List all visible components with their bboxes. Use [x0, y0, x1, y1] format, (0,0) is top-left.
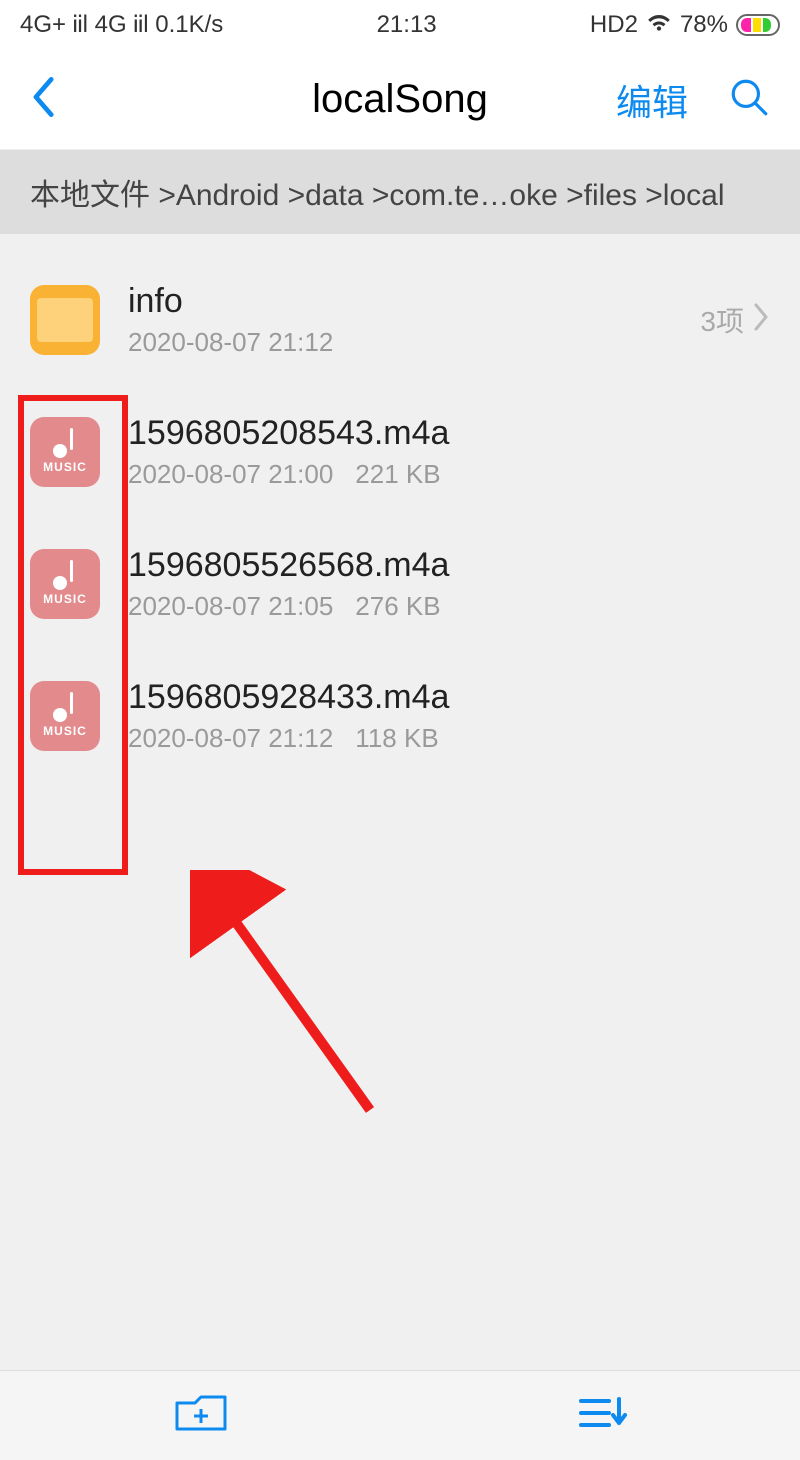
- hd-indicator: HD2: [590, 11, 638, 39]
- item-title: 1596805928433.m4a: [128, 678, 770, 717]
- back-button[interactable]: [30, 77, 70, 122]
- wifi-icon: [646, 11, 672, 40]
- item-size: 276 KB: [355, 591, 440, 622]
- item-date: 2020-08-07 21:12: [128, 327, 333, 358]
- nav-bar: localSong 编辑: [0, 50, 800, 150]
- item-date: 2020-08-07 21:00: [128, 459, 333, 490]
- item-size: 221 KB: [355, 459, 440, 490]
- item-title: 1596805526568.m4a: [128, 546, 770, 585]
- bottom-bar: [0, 1370, 800, 1460]
- annotation-arrow: [190, 870, 390, 1130]
- status-left: 4G+ ᎥᎥl 4G ᎥᎥl 0.1K/s: [20, 11, 223, 39]
- search-icon[interactable]: [728, 76, 770, 123]
- item-date: 2020-08-07 21:12: [128, 723, 333, 754]
- list-item[interactable]: info 2020-08-07 21:12 3项: [0, 254, 800, 386]
- edit-button[interactable]: 编辑: [616, 74, 688, 126]
- folder-icon: [30, 285, 100, 355]
- battery-icon: [736, 14, 780, 36]
- battery-percent: 78%: [680, 11, 728, 39]
- item-count: 3项: [700, 300, 744, 340]
- list-item[interactable]: MUSIC 1596805208543.m4a 2020-08-07 21:00…: [0, 386, 800, 518]
- status-time: 21:13: [377, 11, 437, 39]
- new-folder-button[interactable]: [173, 1391, 229, 1440]
- sort-button[interactable]: [575, 1391, 627, 1440]
- item-size: 118 KB: [355, 723, 438, 754]
- status-bar: 4G+ ᎥᎥl 4G ᎥᎥl 0.1K/s 21:13 HD2 78%: [0, 0, 800, 50]
- list-item[interactable]: MUSIC 1596805928433.m4a 2020-08-07 21:12…: [0, 650, 800, 782]
- item-date: 2020-08-07 21:05: [128, 591, 333, 622]
- chevron-right-icon: [752, 302, 770, 339]
- music-icon: MUSIC: [30, 681, 100, 751]
- item-title: info: [128, 282, 672, 321]
- breadcrumb[interactable]: 本地文件 >Android >data >com.te…oke >files >…: [0, 150, 800, 234]
- music-icon: MUSIC: [30, 417, 100, 487]
- item-title: 1596805208543.m4a: [128, 414, 770, 453]
- file-list: info 2020-08-07 21:12 3项 MUSIC 159680520…: [0, 234, 800, 782]
- music-icon: MUSIC: [30, 549, 100, 619]
- list-item[interactable]: MUSIC 1596805526568.m4a 2020-08-07 21:05…: [0, 518, 800, 650]
